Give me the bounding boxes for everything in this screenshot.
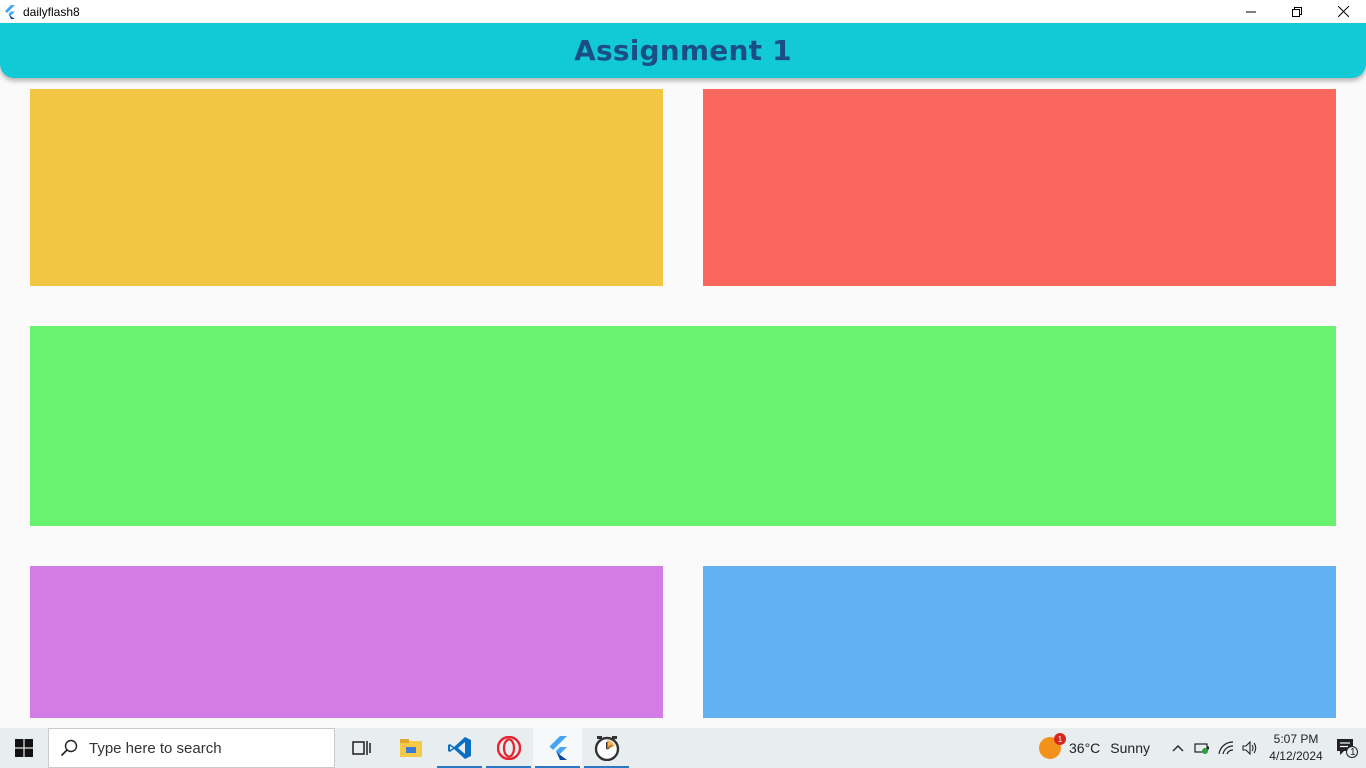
taskbar-flutter[interactable] — [533, 728, 582, 768]
clock-date: 4/12/2024 — [1269, 749, 1323, 763]
weather-temperature: 36°C — [1069, 740, 1101, 756]
taskbar-file-explorer[interactable] — [386, 728, 435, 768]
close-button[interactable] — [1320, 0, 1366, 23]
flutter-icon — [549, 736, 567, 760]
task-view-button[interactable] — [337, 728, 386, 768]
taskbar-clock-app[interactable] — [582, 728, 631, 768]
page-title: Assignment 1 — [574, 34, 792, 67]
yellow-box — [30, 89, 663, 286]
minimize-button[interactable] — [1228, 0, 1274, 23]
restore-button[interactable] — [1274, 0, 1320, 23]
vscode-icon — [447, 737, 471, 759]
sun-icon: 1 — [1039, 733, 1067, 759]
restore-icon — [1292, 6, 1302, 17]
windows-logo-icon — [15, 739, 33, 757]
battery-icon — [1194, 743, 1209, 754]
notifications-button[interactable]: 1 — [1328, 728, 1366, 768]
weather-widget[interactable]: 1 36°C Sunny — [1039, 733, 1150, 759]
taskbar-vscode[interactable] — [435, 728, 484, 768]
flutter-icon — [4, 4, 18, 19]
speaker-icon — [1242, 741, 1257, 755]
window-controls — [1228, 0, 1366, 23]
minimize-icon — [1246, 11, 1256, 12]
volume-button[interactable] — [1238, 728, 1262, 768]
chevron-up-icon — [1172, 745, 1184, 752]
task-view-icon — [351, 741, 371, 755]
search-placeholder: Type here to search — [89, 739, 222, 757]
clock-app-icon — [594, 736, 619, 761]
red-box — [703, 89, 1336, 286]
battery-button[interactable] — [1190, 728, 1214, 768]
system-tray: 1 36°C Sunny 5:07 PM 4/12/2024 1 — [1039, 728, 1366, 768]
window-title: dailyflash8 — [23, 4, 80, 19]
taskbar-opera[interactable] — [484, 728, 533, 768]
app-bar: Assignment 1 — [0, 23, 1366, 78]
purple-box — [30, 566, 663, 718]
weather-badge: 1 — [1054, 733, 1067, 745]
opera-icon — [496, 736, 521, 760]
weather-condition: Sunny — [1110, 740, 1150, 756]
notification-count: 1 — [1350, 747, 1356, 758]
network-button[interactable] — [1214, 728, 1238, 768]
wifi-icon — [1218, 741, 1234, 755]
window-titlebar: dailyflash8 — [0, 0, 1366, 23]
taskbar: Type here to search 1 36°C Sunny 5:07 PM… — [0, 728, 1366, 768]
clock-time: 5:07 PM — [1273, 732, 1319, 746]
taskbar-search[interactable]: Type here to search — [48, 728, 335, 768]
green-box — [30, 326, 1336, 526]
start-button[interactable] — [0, 728, 48, 768]
blue-box — [703, 566, 1336, 718]
file-explorer-icon — [399, 739, 422, 757]
taskbar-clock[interactable]: 5:07 PM 4/12/2024 — [1264, 731, 1328, 765]
search-icon — [59, 738, 79, 758]
close-icon — [1337, 6, 1349, 17]
show-hidden-icons-button[interactable] — [1166, 728, 1190, 768]
